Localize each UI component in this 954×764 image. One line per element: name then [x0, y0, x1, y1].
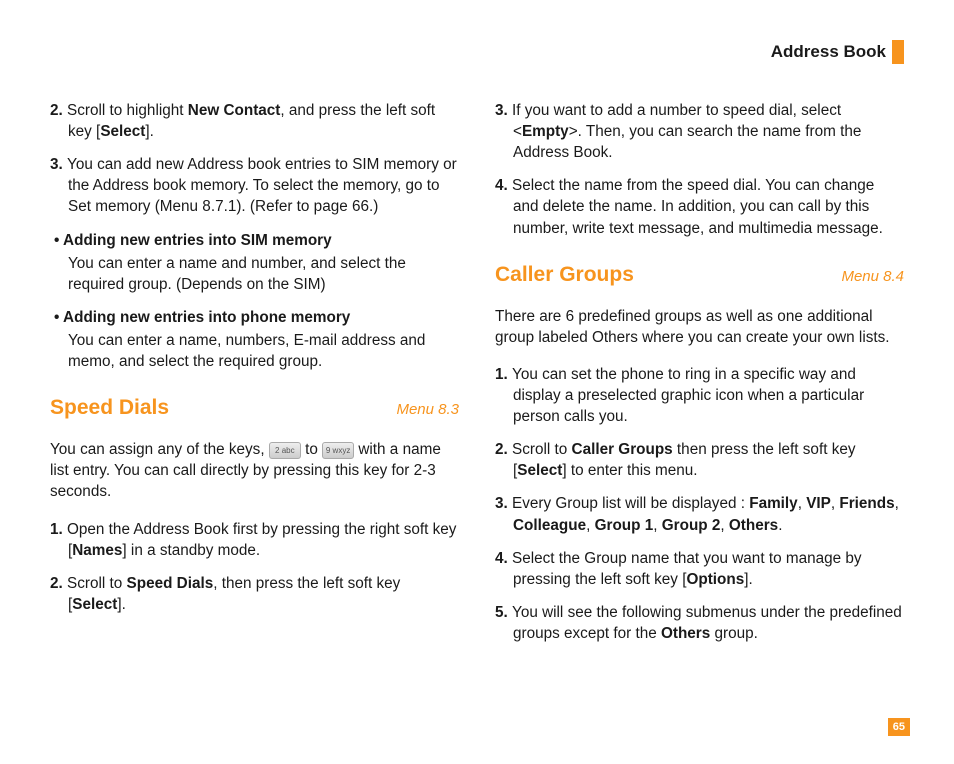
- page-number: 65: [888, 718, 910, 736]
- caller-step-5: 5. You will see the following submenus u…: [495, 602, 904, 644]
- step-3: 3. You can add new Address book entries …: [50, 154, 459, 217]
- sub-phone-memory: You can enter a name, numbers, E-mail ad…: [50, 330, 459, 372]
- header-title: Address Book: [771, 42, 886, 62]
- left-column: 2. Scroll to highlight New Contact, and …: [50, 100, 459, 656]
- section-title: Speed Dials: [50, 394, 169, 423]
- sub-sim-memory: You can enter a name and number, and sel…: [50, 253, 459, 295]
- key-2-icon: 2 abc: [269, 442, 301, 459]
- bullet-phone-memory: Adding new entries into phone memory: [50, 307, 459, 328]
- header-accent-bar: [892, 40, 904, 64]
- heading-speed-dials: Speed Dials Menu 8.3: [50, 394, 459, 423]
- bullet-sim-memory: Adding new entries into SIM memory: [50, 230, 459, 251]
- caller-step-2: 2. Scroll to Caller Groups then press th…: [495, 439, 904, 481]
- speed-dials-intro: You can assign any of the keys, 2 abc to…: [50, 439, 459, 502]
- speed-step-3: 3. If you want to add a number to speed …: [495, 100, 904, 163]
- speed-step-1: 1. Open the Address Book first by pressi…: [50, 519, 459, 561]
- section-menu-ref: Menu 8.4: [841, 267, 904, 288]
- heading-caller-groups: Caller Groups Menu 8.4: [495, 261, 904, 290]
- caller-step-1: 1. You can set the phone to ring in a sp…: [495, 364, 904, 427]
- caller-groups-intro: There are 6 predefined groups as well as…: [495, 306, 904, 348]
- step-2: 2. Scroll to highlight New Contact, and …: [50, 100, 459, 142]
- caller-step-3: 3. Every Group list will be displayed : …: [495, 493, 904, 535]
- page-header: Address Book: [50, 40, 904, 64]
- speed-step-4: 4. Select the name from the speed dial. …: [495, 175, 904, 238]
- manual-page: Address Book 2. Scroll to highlight New …: [0, 0, 954, 764]
- right-column: 3. If you want to add a number to speed …: [495, 100, 904, 656]
- key-9-icon: 9 wxyz: [322, 442, 354, 459]
- section-menu-ref: Menu 8.3: [396, 400, 459, 421]
- content-columns: 2. Scroll to highlight New Contact, and …: [50, 100, 904, 656]
- section-title: Caller Groups: [495, 261, 634, 290]
- caller-step-4: 4. Select the Group name that you want t…: [495, 548, 904, 590]
- speed-step-2: 2. Scroll to Speed Dials, then press the…: [50, 573, 459, 615]
